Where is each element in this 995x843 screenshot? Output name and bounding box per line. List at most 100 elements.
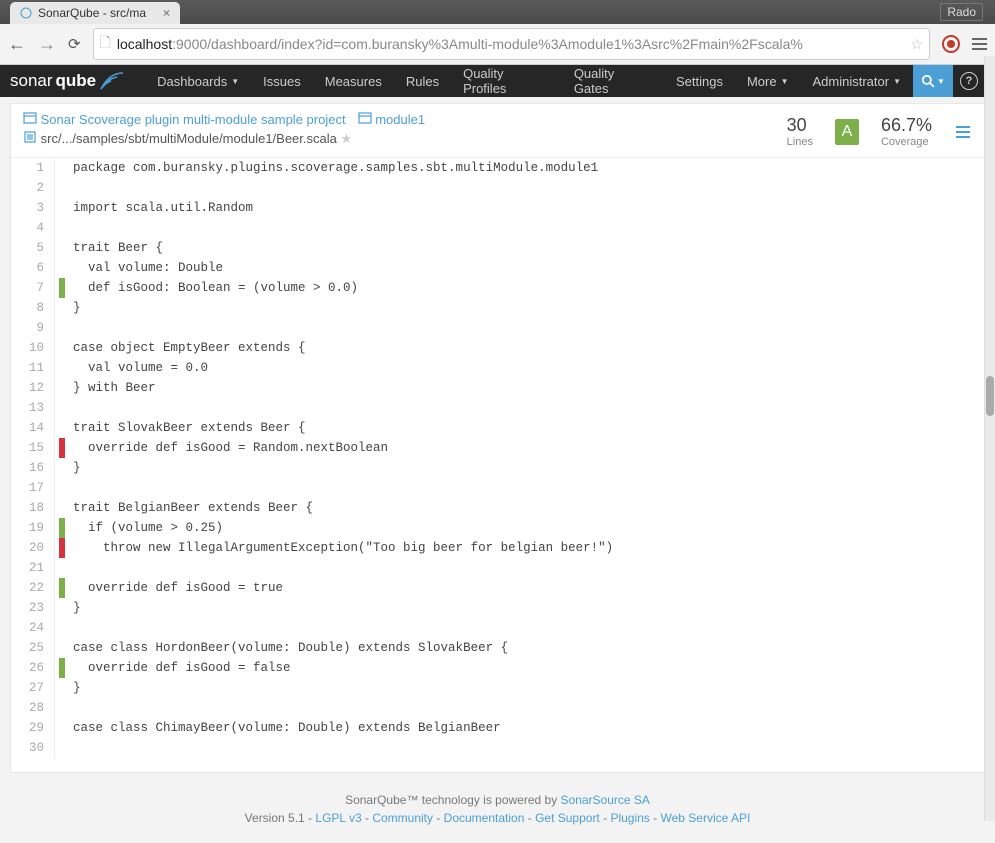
- rating-badge: A: [835, 119, 859, 145]
- line-number[interactable]: 21: [11, 558, 55, 578]
- nav-quality-profiles[interactable]: Quality Profiles: [451, 65, 562, 97]
- footer-license-link[interactable]: LGPL v3: [315, 811, 361, 825]
- line-number[interactable]: 3: [11, 198, 55, 218]
- code-line: 1package com.buransky.plugins.scoverage.…: [11, 158, 984, 178]
- search-button[interactable]: ▼: [913, 65, 953, 97]
- coverage-none-marker: [59, 198, 65, 218]
- line-number[interactable]: 23: [11, 598, 55, 618]
- nav-issues[interactable]: Issues: [251, 65, 313, 97]
- code-text: case class ChimayBeer(volume: Double) ex…: [73, 718, 501, 738]
- code-text: trait BelgianBeer extends Beer {: [73, 498, 313, 518]
- sonar-logo[interactable]: sonarqube: [10, 71, 125, 91]
- browser-tab[interactable]: SonarQube - src/ma ×: [10, 2, 180, 24]
- code-line: 8}: [11, 298, 984, 318]
- back-icon[interactable]: ←: [8, 34, 26, 55]
- code-text: trait Beer {: [73, 238, 163, 258]
- code-line: 29 case class ChimayBeer(volume: Double) …: [11, 718, 984, 738]
- code-line: 23}: [11, 598, 984, 618]
- line-number[interactable]: 30: [11, 738, 55, 758]
- coverage-none-marker: [59, 638, 65, 658]
- logo-text-b: qube: [56, 71, 97, 91]
- adblock-icon[interactable]: [942, 35, 960, 53]
- line-number[interactable]: 16: [11, 458, 55, 478]
- tab-close-icon[interactable]: ×: [163, 6, 170, 20]
- address-bar[interactable]: 🗋 localhost :9000 /dashboard/index?id=co…: [93, 28, 930, 60]
- breadcrumb-module[interactable]: module1: [375, 112, 425, 127]
- line-number[interactable]: 22: [11, 578, 55, 598]
- coverage-none-marker: [59, 498, 65, 518]
- help-button[interactable]: ?: [953, 65, 985, 97]
- code-text: throw new IllegalArgumentException("Too …: [73, 538, 613, 558]
- line-number[interactable]: 27: [11, 678, 55, 698]
- footer-api-link[interactable]: Web Service API: [660, 811, 750, 825]
- browser-tab-strip: SonarQube - src/ma × Rado: [0, 0, 995, 24]
- line-number[interactable]: 15: [11, 438, 55, 458]
- line-number[interactable]: 4: [11, 218, 55, 238]
- line-number[interactable]: 28: [11, 698, 55, 718]
- line-number[interactable]: 6: [11, 258, 55, 278]
- line-number[interactable]: 18: [11, 498, 55, 518]
- footer-plugins-link[interactable]: Plugins: [610, 811, 649, 825]
- line-number[interactable]: 19: [11, 518, 55, 538]
- code-line: 17: [11, 478, 984, 498]
- line-number[interactable]: 8: [11, 298, 55, 318]
- line-number[interactable]: 26: [11, 658, 55, 678]
- url-path: /dashboard/index?id=com.buransky%3Amulti…: [207, 36, 803, 52]
- line-number[interactable]: 1: [11, 158, 55, 178]
- scrollbar-thumb[interactable]: [986, 376, 994, 416]
- metric-lines-value: 30: [787, 115, 813, 136]
- sonar-wave-icon: [99, 71, 125, 91]
- nav-quality-gates[interactable]: Quality Gates: [562, 65, 664, 97]
- line-number[interactable]: 14: [11, 418, 55, 438]
- breadcrumb-project[interactable]: Sonar Scoverage plugin multi-module samp…: [41, 112, 346, 127]
- line-number[interactable]: 29: [11, 718, 55, 738]
- source-viewer-panel: Sonar Scoverage plugin multi-module samp…: [10, 103, 985, 773]
- code-text: case class HordonBeer(volume: Double) ex…: [73, 638, 508, 658]
- footer-documentation-link[interactable]: Documentation: [444, 811, 525, 825]
- nav-measures[interactable]: Measures: [313, 65, 394, 97]
- code-text: case object EmptyBeer extends {: [73, 338, 306, 358]
- line-number[interactable]: 13: [11, 398, 55, 418]
- favorite-star-icon[interactable]: ★: [341, 131, 353, 146]
- code-text: }: [73, 678, 81, 698]
- reload-icon[interactable]: ⟳: [68, 35, 81, 53]
- os-user-badge[interactable]: Rado: [940, 3, 983, 21]
- footer-version: Version 5.1: [245, 811, 305, 825]
- line-number[interactable]: 9: [11, 318, 55, 338]
- line-number[interactable]: 10: [11, 338, 55, 358]
- line-number[interactable]: 11: [11, 358, 55, 378]
- logo-text-a: sonar: [10, 71, 53, 91]
- code-line: 26 override def isGood = false: [11, 658, 984, 678]
- nav-rules[interactable]: Rules: [394, 65, 451, 97]
- nav-settings[interactable]: Settings: [664, 65, 735, 97]
- window-scrollbar[interactable]: [984, 56, 995, 821]
- hamburger-menu-icon[interactable]: [972, 38, 987, 50]
- more-actions-icon[interactable]: [954, 125, 972, 139]
- bookmark-star-icon[interactable]: ☆: [910, 36, 923, 53]
- code-text: } with Beer: [73, 378, 156, 398]
- metric-coverage-value: 66.7%: [881, 115, 932, 136]
- footer: SonarQube™ technology is powered by Sona…: [0, 783, 995, 843]
- forward-icon: →: [38, 34, 56, 55]
- footer-sonarsource-link[interactable]: SonarSource SA: [561, 793, 650, 807]
- coverage-none-marker: [59, 718, 65, 738]
- nav-admin[interactable]: Administrator▼: [801, 65, 914, 97]
- coverage-none-marker: [59, 178, 65, 198]
- footer-support-link[interactable]: Get Support: [535, 811, 600, 825]
- help-icon: ?: [960, 72, 978, 90]
- line-number[interactable]: 2: [11, 178, 55, 198]
- line-number[interactable]: 25: [11, 638, 55, 658]
- line-number[interactable]: 24: [11, 618, 55, 638]
- nav-more[interactable]: More▼: [735, 65, 801, 97]
- sonar-nav: sonarqube Dashboards▼ Issues Measures Ru…: [0, 65, 995, 97]
- coverage-none-marker: [59, 738, 65, 758]
- nav-dashboards[interactable]: Dashboards▼: [145, 65, 251, 97]
- line-number[interactable]: 20: [11, 538, 55, 558]
- line-number[interactable]: 7: [11, 278, 55, 298]
- caret-down-icon: ▼: [781, 77, 789, 86]
- line-number[interactable]: 12: [11, 378, 55, 398]
- footer-community-link[interactable]: Community: [372, 811, 433, 825]
- code-viewer: 1package com.buransky.plugins.scoverage.…: [11, 157, 984, 772]
- line-number[interactable]: 17: [11, 478, 55, 498]
- line-number[interactable]: 5: [11, 238, 55, 258]
